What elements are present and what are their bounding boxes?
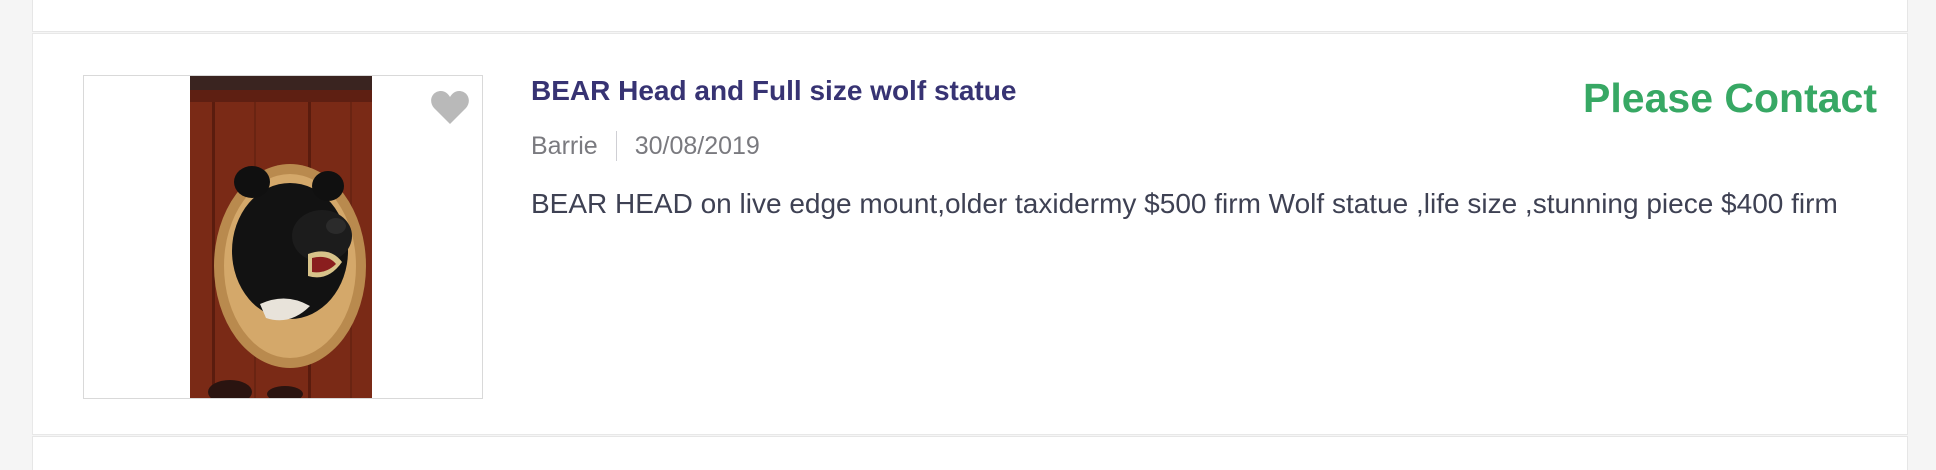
listing-description: BEAR HEAD on live edge mount,older taxid…: [531, 188, 1838, 219]
heart-icon[interactable]: [430, 90, 470, 126]
listing-meta: Barrie 30/08/2019: [531, 130, 1871, 162]
previous-listing-card: [32, 0, 1908, 32]
listing-date: 30/08/2019: [634, 132, 760, 160]
listing-thumbnail[interactable]: [83, 75, 483, 399]
listing-price: Please Contact: [1583, 75, 1877, 121]
listing-card[interactable]: BEAR Head and Full size wolf statue Barr…: [32, 33, 1908, 435]
meta-divider: [615, 131, 617, 161]
listing-image: [190, 76, 372, 398]
next-listing-card: [32, 436, 1908, 470]
listing-location: Barrie: [531, 132, 598, 160]
page: BEAR Head and Full size wolf statue Barr…: [0, 0, 1936, 470]
